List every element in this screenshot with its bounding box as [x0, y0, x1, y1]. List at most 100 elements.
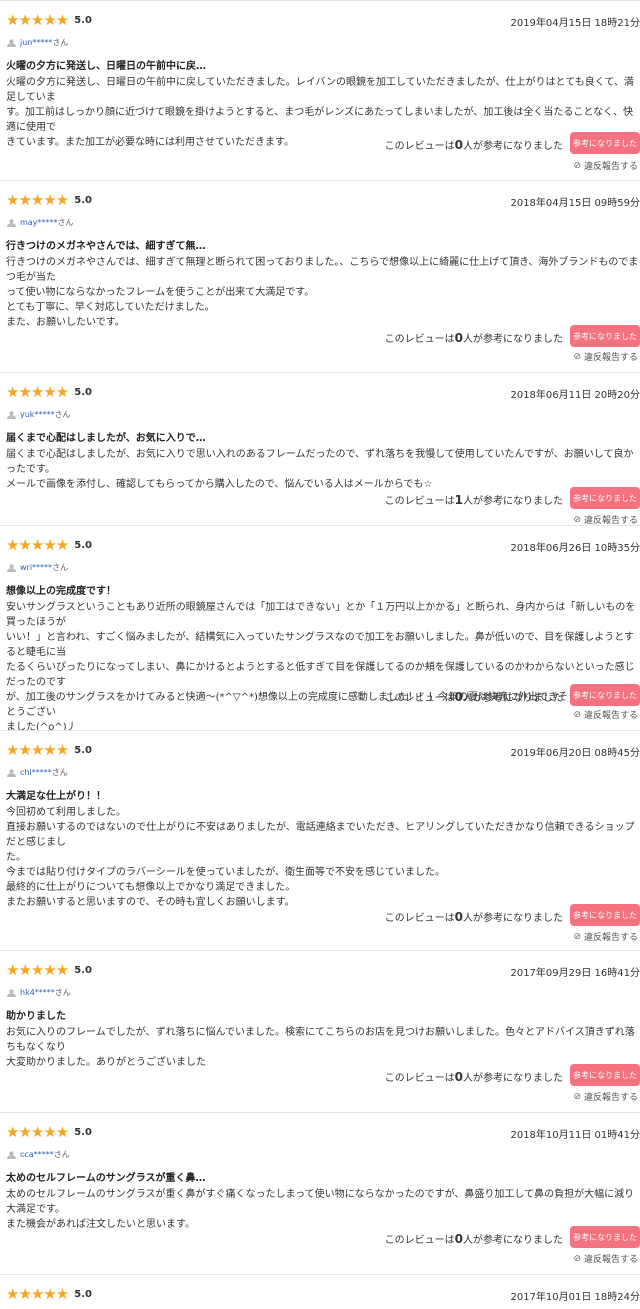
review-date: 2019年06月20日 08時45分 — [510, 748, 640, 759]
reviewer-name[interactable]: cca***** — [20, 1150, 54, 1159]
reviewer: cca***** さん — [6, 1149, 70, 1160]
star-rating-icon: ★★★★★ — [6, 383, 69, 401]
report-link[interactable]: ⊘ 違反報告する — [573, 930, 638, 944]
helpful-count: 0 — [454, 910, 463, 924]
prohibited-icon: ⊘ — [573, 1091, 581, 1102]
star-rating-icon: ★★★★★ — [6, 741, 69, 759]
prohibited-icon: ⊘ — [573, 514, 581, 525]
reviewer: jun***** さん — [6, 37, 68, 48]
review-card: ★★★★★ 5.0 2019年04月15日 18時21分 jun***** さん 火曜の夕… — [0, 0, 640, 180]
report-label: 違反報告する — [583, 933, 638, 943]
report-label: 違反報告する — [583, 353, 638, 363]
user-icon — [6, 1150, 17, 1159]
helpful-prefix: このレビューは — [384, 141, 455, 152]
reviewer-name[interactable]: may***** — [20, 218, 57, 227]
rating-score: 5.0 — [74, 744, 92, 756]
helpful-button[interactable]: 参考になりました — [570, 1064, 640, 1086]
rating-row: ★★★★★ 5.0 — [6, 741, 92, 759]
helpful-button[interactable]: 参考になりました — [570, 487, 640, 509]
review-body: 安いサングラスということもあり近所の眼鏡屋さんでは「加工はできない」とか「１万円… — [6, 602, 638, 733]
helpful-suffix: 人が参考になりました — [463, 1235, 563, 1246]
review-body: 太めのセルフレームのサングラスが重く鼻がすぐ痛くなったしまって使い物にならなかっ… — [6, 1189, 635, 1230]
helpful-suffix: 人が参考になりました — [463, 334, 563, 345]
helpful-button[interactable]: 参考になりました — [570, 132, 640, 154]
helpful-suffix: 人が参考になりました — [463, 496, 563, 507]
review-body: お気に入りのフレームでしたが、ずれ落ちに悩んでいました。検索にてこちらのお店を見… — [6, 1027, 635, 1068]
reviewer-name[interactable]: hk4***** — [20, 988, 55, 997]
helpful-button[interactable]: 参考になりました — [570, 684, 640, 706]
review-body: 行きつけのメガネやさんでは、細すぎて無理と断られて困っておりました。、こちらで想… — [6, 257, 639, 328]
helpful-suffix: 人が参考になりました — [463, 141, 563, 152]
report-link[interactable]: ⊘ 違反報告する — [573, 350, 638, 364]
user-icon — [6, 988, 17, 997]
reviewer-suffix: さん — [57, 218, 74, 227]
helpful-prefix: このレビューは — [384, 693, 455, 704]
helpful-suffix: 人が参考になりました — [463, 693, 563, 704]
helpful-count: 0 — [454, 1070, 463, 1084]
helpful-text: このレビューは0人が参考になりました — [385, 1069, 563, 1084]
reviewer: chi***** さん — [6, 767, 68, 778]
helpful-button[interactable]: 参考になりました — [570, 325, 640, 347]
rating-row: ★★★★★ 5.0 — [6, 536, 92, 554]
rating-row: ★★★★★ 5.0 — [6, 961, 92, 979]
helpful-button[interactable]: 参考になりました — [570, 904, 640, 926]
helpful-text: このレビューは0人が参考になりました — [385, 1231, 563, 1246]
report-link[interactable]: ⊘ 違反報告する — [573, 1252, 638, 1266]
helpful-prefix: このレビューは — [384, 334, 455, 345]
rating-score: 5.0 — [74, 964, 92, 976]
reviewer-name[interactable]: jun***** — [20, 38, 52, 47]
reviewer-suffix: さん — [54, 410, 71, 419]
report-label: 違反報告する — [583, 162, 638, 172]
review-card: ★★★★★ 5.0 2017年09月29日 16時41分 hk4***** さん助かりま… — [0, 950, 640, 1112]
rating-score: 5.0 — [74, 1126, 92, 1138]
review-title: 届くまで心配はしましたが、お気に入りで… — [6, 433, 206, 444]
review-title: 助かりました — [6, 1011, 66, 1022]
report-link[interactable]: ⊘ 違反報告する — [573, 159, 638, 173]
reviewer: yuk***** さん — [6, 409, 70, 420]
review-title: 火曜の夕方に発送し、日曜日の午前中に戻… — [6, 61, 206, 72]
helpful-count: 0 — [454, 138, 463, 152]
rating-row: ★★★★★ 5.0 — [6, 191, 92, 209]
review-title: 行きつけのメガネやさんでは、細すぎて無… — [6, 241, 206, 252]
reviewer-name[interactable]: yuk***** — [20, 410, 54, 419]
star-rating-icon: ★★★★★ — [6, 1123, 69, 1141]
report-link[interactable]: ⊘ 違反報告する — [573, 708, 638, 722]
review-card: ★★★★★ 5.0 2018年06月11日 20時20分 yuk***** さん 届くまで… — [0, 372, 640, 526]
rating-score: 5.0 — [74, 14, 92, 26]
review-title: 想像以上の完成度です！ — [6, 586, 116, 597]
helpful-count: 0 — [454, 1232, 463, 1246]
prohibited-icon: ⊘ — [573, 160, 581, 171]
helpful-text: このレビューは0人が参考になりました — [385, 909, 563, 924]
review-date: 2017年09月29日 16時41分 — [510, 968, 640, 979]
reviewer-suffix: さん — [53, 1150, 70, 1159]
prohibited-icon: ⊘ — [573, 351, 581, 362]
reviewer-name[interactable]: wri***** — [20, 563, 52, 572]
helpful-suffix: 人が参考になりました — [463, 1073, 563, 1084]
rating-row: ★★★★★ 5.0 — [6, 11, 92, 29]
prohibited-icon: ⊘ — [573, 709, 581, 720]
reviewer-suffix: さん — [54, 988, 71, 997]
rating-row: ★★★★★ 5.0 — [6, 383, 92, 401]
helpful-count: 0 — [454, 690, 463, 704]
helpful-text: このレビューは0人が参考になりました — [385, 330, 563, 345]
report-link[interactable]: ⊘ 違反報告する — [573, 1090, 638, 1104]
helpful-text: このレビューは1人が参考になりました — [385, 492, 563, 507]
user-icon — [6, 768, 17, 777]
user-icon — [6, 218, 17, 227]
reviewer-name[interactable]: chi***** — [20, 768, 52, 777]
helpful-suffix: 人が参考になりました — [463, 913, 563, 924]
user-icon — [6, 563, 17, 572]
rating-score: 5.0 — [74, 194, 92, 206]
review-title: 大満足な仕上がり！！ — [6, 791, 106, 802]
report-label: 違反報告する — [583, 1093, 638, 1103]
reviewer-suffix: さん — [51, 768, 68, 777]
review-title: 太めのセルフレームのサングラスが重く鼻… — [6, 1173, 206, 1184]
review-card: ★★★★★ 5.0 2018年10月11日 01時41分 cca***** さん太めのセ… — [0, 1112, 640, 1274]
reviewer-suffix: さん — [52, 563, 69, 572]
helpful-prefix: このレビューは — [384, 496, 455, 507]
review-date: 2017年10月01日 18時24分 — [510, 1292, 640, 1303]
helpful-text: このレビューは0人が参考になりました — [385, 689, 563, 704]
review-date: 2018年10月11日 01時41分 — [510, 1130, 640, 1141]
prohibited-icon: ⊘ — [573, 1253, 581, 1264]
helpful-button[interactable]: 参考になりました — [570, 1226, 640, 1248]
